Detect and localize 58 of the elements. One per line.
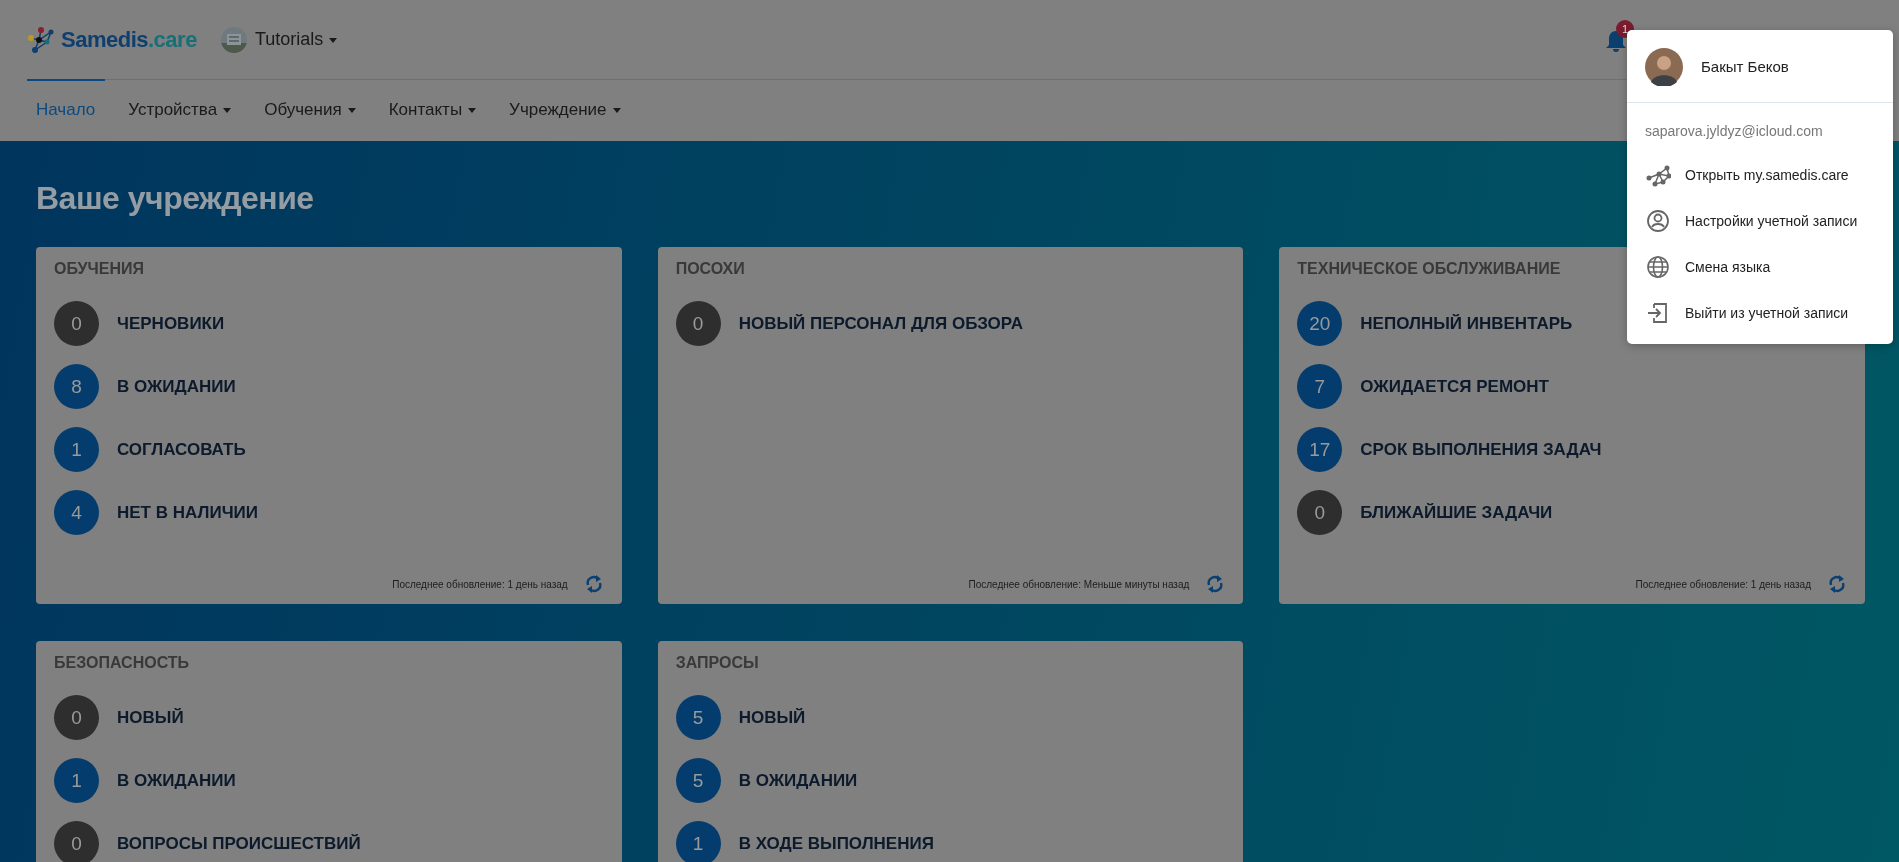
status-link[interactable]: В ХОДЕ ВЫПОЛНЕНИЯ: [738, 831, 934, 857]
nav-tab[interactable]: Начало: [27, 79, 106, 139]
account-icon: [1645, 208, 1671, 234]
last-updated-text: Последнее обновление: 1 день назад: [392, 577, 568, 592]
count-badge: 5: [675, 758, 721, 804]
status-link[interactable]: СРОК ВЫПОЛНЕНИЯ ЗАДАЧ: [1360, 437, 1602, 463]
count-badge: 0: [54, 821, 99, 862]
count-badge: 1: [675, 821, 721, 862]
refresh-icon[interactable]: [1205, 574, 1226, 595]
refresh-icon[interactable]: [1827, 574, 1847, 595]
globe-icon: [1645, 254, 1671, 280]
status-link[interactable]: НОВЫЙ: [738, 705, 806, 731]
count-badge: 17: [1297, 427, 1343, 473]
card-title: ОБУЧЕНИЯ: [54, 259, 144, 280]
status-link[interactable]: НОВЫЙ ПЕРСОНАЛ ДЛЯ ОБЗОРА: [738, 311, 1023, 337]
status-link[interactable]: В ОЖИДАНИИ: [738, 768, 858, 794]
status-link[interactable]: В ОЖИДАНИИ: [117, 374, 236, 400]
last-updated-text: Последнее обновление: Меньше минуты назад: [968, 577, 1190, 592]
count-badge: 20: [1297, 301, 1343, 347]
card-title: БЕЗОПАСНОСТЬ: [54, 653, 190, 674]
count-badge: 4: [54, 490, 99, 536]
status-link[interactable]: НЕТ В НАЛИЧИИ: [117, 500, 258, 526]
status-link[interactable]: ЧЕРНОВИКИ: [117, 311, 225, 337]
user-email: saparova.jyldyz@icloud.com: [1644, 122, 1824, 141]
menu-item[interactable]: Выйти из учетной записи: [1627, 290, 1893, 336]
last-updated-text: Последнее обновление: 1 день назад: [1635, 577, 1811, 592]
nav-tab[interactable]: Контакты: [379, 79, 487, 139]
card-title: ТЕХНИЧЕСКОЕ ОБСЛУЖИВАНИЕ: [1297, 259, 1561, 280]
count-badge: 7: [1297, 364, 1343, 410]
status-link[interactable]: СОГЛАСОВАТЬ: [117, 437, 246, 463]
menu-item[interactable]: Настройки учетной записи: [1627, 198, 1893, 244]
status-link[interactable]: В ОЖИДАНИИ: [117, 768, 236, 794]
status-link[interactable]: НЕПОЛНЫЙ ИНВЕНТАРЬ: [1360, 311, 1573, 337]
count-badge: 0: [675, 301, 721, 347]
menu-item[interactable]: Смена языка: [1627, 244, 1893, 290]
count-badge: 0: [54, 301, 99, 347]
card-title: ПОСОХИ: [675, 259, 745, 280]
count-badge: 0: [1297, 490, 1343, 536]
refresh-icon[interactable]: [583, 574, 604, 595]
count-badge: 0: [54, 695, 99, 741]
count-badge: 1: [54, 427, 99, 473]
status-link[interactable]: ВОПРОСЫ ПРОИСШЕСТВИЙ: [117, 831, 361, 857]
card-title: ЗАПРОСЫ: [675, 653, 759, 674]
nav-tab[interactable]: Обучения: [255, 79, 366, 139]
brand-name[interactable]: Samedis.care: [61, 23, 197, 56]
page-title: Ваше учреждение: [36, 179, 314, 218]
menu-item[interactable]: Открыть my.samedis.care: [1627, 152, 1893, 198]
count-badge: 1: [54, 758, 99, 804]
status-link[interactable]: БЛИЖАЙШИЕ ЗАДАЧИ: [1360, 500, 1553, 526]
tenant-dropdown[interactable]: Tutorials: [254, 26, 338, 53]
count-badge: 8: [54, 364, 99, 410]
status-link[interactable]: ОЖИДАЕТСЯ РЕМОНТ: [1360, 374, 1549, 400]
nav-tab[interactable]: Учреждение: [500, 79, 631, 139]
status-link[interactable]: НОВЫЙ: [117, 705, 184, 731]
count-badge: 5: [675, 695, 721, 741]
avatar-icon: [1645, 48, 1683, 86]
nav-tab[interactable]: Устройства: [119, 79, 242, 139]
user-name: Бакыт Беков: [1701, 56, 1789, 77]
